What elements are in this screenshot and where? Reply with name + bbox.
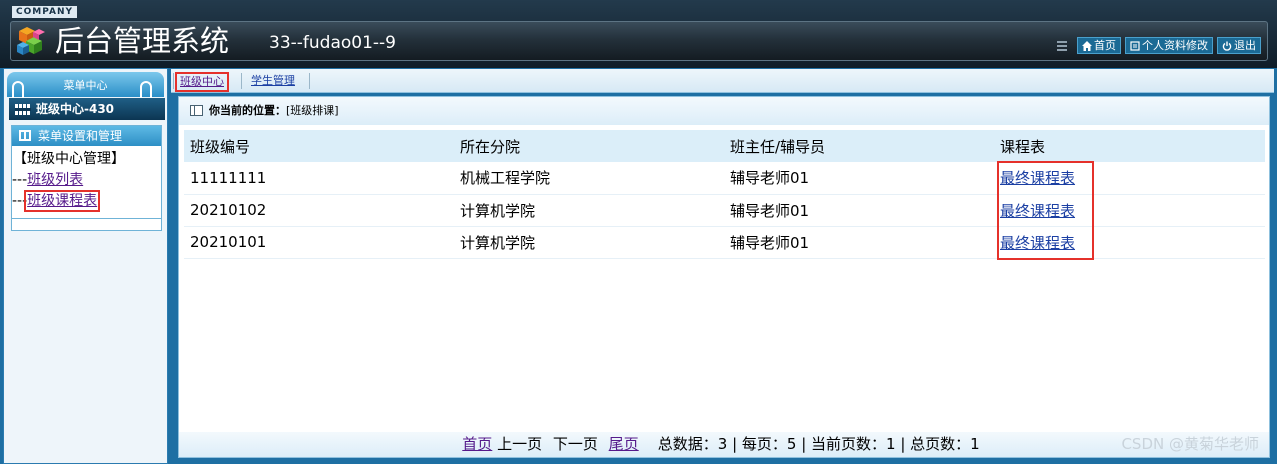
app-header: COMPANY 后台管理系统 33--fudao01--9 首页 个人资料修改 …: [0, 0, 1277, 68]
table-row: 11111111 机械工程学院 辅导老师01 最终课程表: [184, 162, 1265, 195]
tab-separator: [309, 73, 310, 89]
sidebar: 菜单中心 班级中心-430 菜单设置和管理 【班级中心管理】 ---班级列表 -…: [3, 68, 168, 464]
next-page-label[interactable]: 下一页: [553, 435, 598, 453]
prev-page-label[interactable]: 上一页: [497, 435, 542, 453]
item-prefix: ---: [12, 172, 28, 188]
tab-class-center[interactable]: 班级中心: [175, 72, 229, 92]
menu-settings-header[interactable]: 菜单设置和管理: [12, 126, 161, 146]
class-id-cell: 20210101: [184, 226, 454, 259]
company-badge: COMPANY: [12, 6, 77, 18]
column-header: 课程表: [994, 130, 1265, 162]
class-center-label: 班级中心-430: [36, 102, 115, 116]
book-icon: [19, 130, 31, 141]
menu-settings-panel: 菜单设置和管理 【班级中心管理】 ---班级列表 ---班级课程表: [11, 125, 162, 231]
teacher-cell: 辅导老师01: [724, 226, 994, 259]
table-row: 20210101 计算机学院 辅导老师01 最终课程表: [184, 226, 1265, 259]
cubes-logo-icon: [17, 27, 45, 55]
breadcrumb: 你当前的位置：[班级排课]: [179, 97, 1269, 125]
class-table: 班级编号 所在分院 班主任/辅导员 课程表 11111111 机械工程学院 辅导…: [184, 130, 1265, 259]
menu-settings-footer: [12, 218, 161, 230]
menu-group-label: 【班级中心管理】: [13, 151, 125, 167]
home-icon: [1082, 40, 1092, 51]
tab-student-management[interactable]: 学生管理: [251, 74, 295, 88]
logout-label: 退出: [1234, 39, 1256, 52]
teacher-cell: 辅导老师01: [724, 194, 994, 227]
class-schedule-link[interactable]: 班级课程表: [24, 190, 101, 212]
class-center-bar[interactable]: 班级中心-430: [9, 98, 165, 120]
tab-separator: [173, 73, 174, 89]
first-page-link[interactable]: 首页: [462, 435, 492, 453]
last-page-link[interactable]: 尾页: [609, 435, 639, 453]
breadcrumb-location: [班级排课]: [286, 104, 339, 117]
highlight-box: [997, 161, 1094, 260]
column-header: 班级编号: [184, 130, 454, 162]
main-content: 你当前的位置：[班级排课] 班级编号 所在分院 班主任/辅导员 课程表 1111…: [178, 96, 1270, 458]
header-links: 首页 个人资料修改 退出: [1057, 37, 1261, 54]
column-header: 所在分院: [454, 130, 724, 162]
profile-icon: [1130, 40, 1140, 51]
pagination: 首页 上一页 下一页 尾页 总数据：3 | 每页：5 | 当前页数：1 | 总页…: [179, 432, 1269, 457]
pagination-summary: 总数据：3 | 每页：5 | 当前页数：1 | 总页数：1: [657, 435, 980, 453]
class-id-cell: 11111111: [184, 162, 454, 195]
sidebar-item-class-schedule: ---班级课程表: [12, 190, 161, 212]
menu-settings-title: 菜单设置和管理: [38, 129, 123, 143]
college-cell: 机械工程学院: [454, 162, 724, 195]
grid-icon: [15, 104, 31, 115]
home-button[interactable]: 首页: [1077, 37, 1121, 54]
grip-icon: [1057, 40, 1067, 51]
header-band: 后台管理系统 33--fudao01--9 首页 个人资料修改 退出: [10, 21, 1268, 61]
college-cell: 计算机学院: [454, 226, 724, 259]
watermark: CSDN @黄菊华老师: [1121, 435, 1259, 453]
item-prefix: ---: [12, 193, 28, 209]
table-row: 20210102 计算机学院 辅导老师01 最终课程表: [184, 194, 1265, 227]
power-icon: [1222, 41, 1232, 51]
system-title: 后台管理系统: [55, 24, 230, 58]
sidebar-item-class-list: ---班级列表: [12, 170, 161, 191]
class-id-cell: 20210102: [184, 194, 454, 227]
teacher-cell: 辅导老师01: [724, 162, 994, 195]
breadcrumb-prefix: 你当前的位置：: [209, 104, 286, 117]
profile-edit-button[interactable]: 个人资料修改: [1125, 37, 1213, 54]
column-header: 班主任/辅导员: [724, 130, 994, 162]
class-list-link[interactable]: 班级列表: [27, 172, 83, 188]
tab-bar: 班级中心 学生管理: [171, 69, 1274, 93]
tab-separator: [241, 73, 242, 89]
college-cell: 计算机学院: [454, 194, 724, 227]
logout-button[interactable]: 退出: [1217, 37, 1261, 54]
panel-icon: [190, 105, 203, 116]
current-user: 33--fudao01--9: [269, 33, 396, 53]
profile-edit-label: 个人资料修改: [1142, 39, 1208, 52]
table-header-row: 班级编号 所在分院 班主任/辅导员 课程表: [184, 130, 1265, 162]
home-button-label: 首页: [1094, 39, 1116, 52]
